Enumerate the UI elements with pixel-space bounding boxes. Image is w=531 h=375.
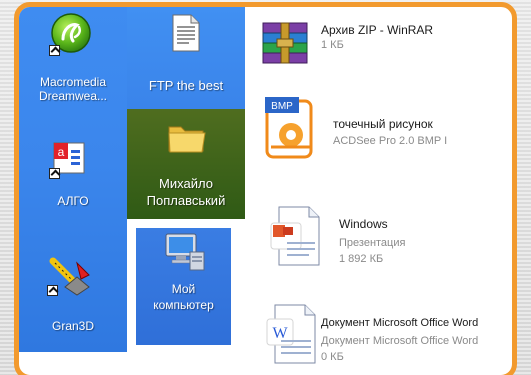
shortcut-arrow-icon bbox=[49, 168, 60, 179]
file-name: Документ Microsoft Office Word bbox=[321, 317, 479, 329]
file-name: Архив ZIP - WinRAR bbox=[321, 23, 434, 37]
file-type: Презентация bbox=[339, 237, 406, 249]
icon-label: Поплавський bbox=[146, 193, 226, 208]
file-size: 1 КБ bbox=[321, 39, 344, 51]
desktop-icon-ftp[interactable]: FTP the best bbox=[127, 7, 245, 109]
winrar-archive-icon bbox=[259, 21, 311, 65]
bmp-image-icon: BMP bbox=[265, 97, 315, 159]
shortcut-arrow-icon bbox=[49, 45, 60, 56]
desktop-icon-dreamweaver[interactable]: Macromedia Dreamwea... bbox=[19, 7, 127, 112]
icon-label: Михайло bbox=[159, 176, 213, 191]
computer-icon bbox=[162, 232, 206, 274]
icon-label: Dreamwea... bbox=[38, 89, 108, 103]
file-name: Windows bbox=[339, 217, 388, 231]
file-type: ACDSee Pro 2.0 BMP I bbox=[333, 135, 448, 147]
powerpoint-icon bbox=[265, 203, 323, 267]
desktop-icon-algo[interactable]: a АЛГО bbox=[19, 132, 127, 222]
file-powerpoint[interactable]: Windows Презентация 1 892 КБ bbox=[251, 203, 511, 283]
icon-label: FTP the best bbox=[148, 78, 224, 93]
word-document-icon: W bbox=[261, 301, 319, 365]
icon-label: компьютер bbox=[153, 298, 214, 312]
folder-icon bbox=[167, 119, 207, 155]
shortcut-arrow-icon bbox=[47, 285, 58, 296]
svg-text:BMP: BMP bbox=[271, 101, 293, 112]
desktop-icon-folder[interactable]: Михайло Поплавський bbox=[127, 109, 245, 219]
file-word-document[interactable]: W Документ Microsoft Office Word Докумен… bbox=[251, 301, 512, 375]
svg-text:W: W bbox=[272, 325, 288, 342]
desktop-icon-my-computer[interactable]: Мой компьютер bbox=[136, 228, 231, 345]
file-bmp-image[interactable]: BMP точечный рисунок ACDSee Pro 2.0 BMP … bbox=[251, 97, 511, 177]
file-winrar-archive[interactable]: Архив ZIP - WinRAR 1 КБ bbox=[251, 21, 511, 81]
desktop-frame: Macromedia Dreamwea... FTP the best Миха… bbox=[14, 2, 517, 375]
screenshot-background: Macromedia Dreamwea... FTP the best Миха… bbox=[0, 0, 531, 375]
file-type: Документ Microsoft Office Word bbox=[321, 335, 479, 347]
svg-text:a: a bbox=[58, 145, 65, 159]
file-size: 1 892 КБ bbox=[339, 253, 384, 265]
icon-label: Macromedia bbox=[39, 75, 107, 89]
desktop-icon-gran3d[interactable]: Gran3D bbox=[19, 247, 127, 347]
icon-label: Gran3D bbox=[51, 319, 95, 333]
text-document-icon bbox=[171, 13, 201, 53]
icon-label: АЛГО bbox=[57, 194, 89, 208]
file-size: 0 КБ bbox=[321, 351, 344, 363]
file-name: точечный рисунок bbox=[333, 117, 433, 131]
icon-label: Мой bbox=[171, 282, 196, 296]
